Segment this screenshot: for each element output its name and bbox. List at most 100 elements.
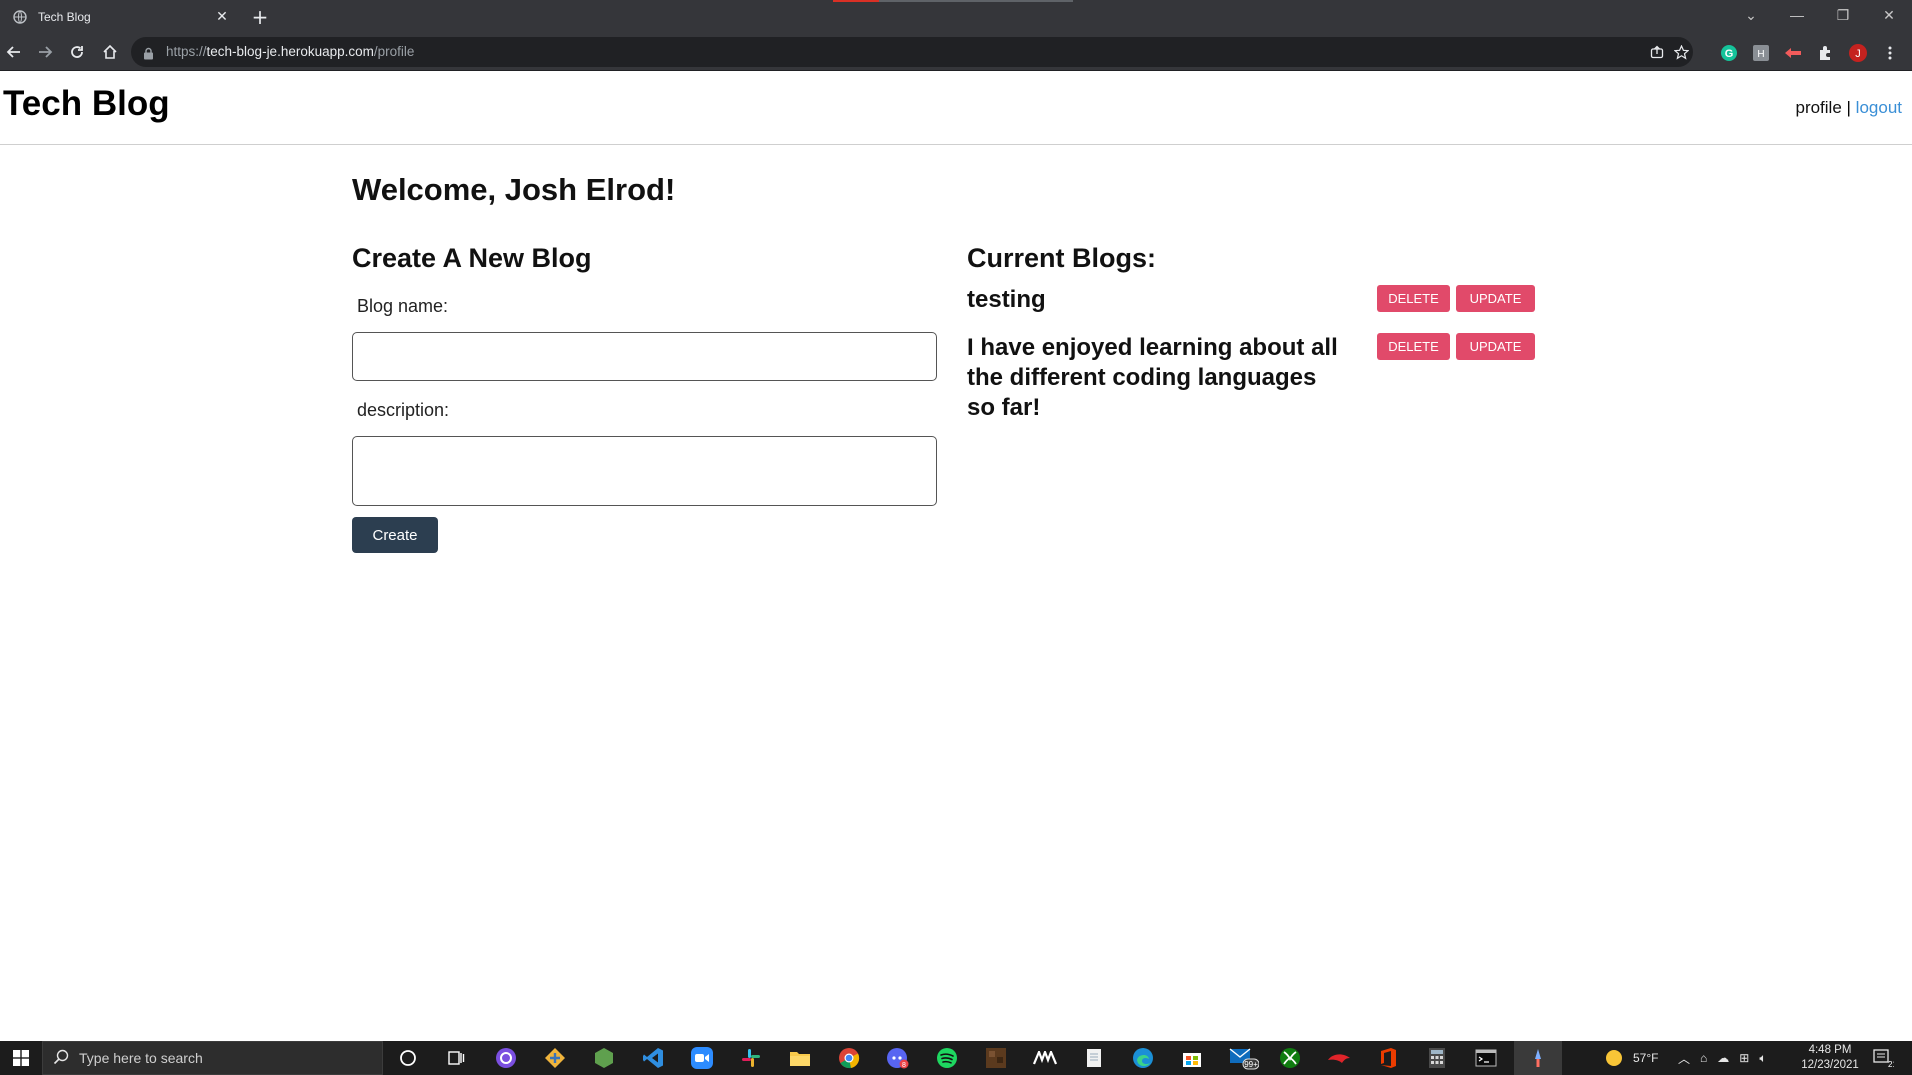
- discord-badge: 8: [902, 1062, 906, 1069]
- close-tab-icon[interactable]: ✕: [211, 6, 233, 28]
- current-blogs-heading: Current Blogs:: [967, 243, 1156, 273]
- windows-start-icon[interactable]: [0, 1041, 42, 1075]
- description-label: description:: [357, 400, 450, 420]
- tray-icons: ︿ ⌂ ☁ ⊞ 🔈︎: [1678, 1041, 1767, 1075]
- clock-date: 12/23/2021: [1801, 1059, 1859, 1071]
- grammarly-icon[interactable]: G: [1720, 44, 1738, 62]
- network-icon[interactable]: ⊞: [1739, 1051, 1749, 1065]
- tab-loading-progress-fill: [833, 0, 879, 2]
- back-icon[interactable]: [2, 40, 26, 64]
- extension-red-icon[interactable]: [1784, 44, 1802, 62]
- extensions-puzzle-icon[interactable]: [1816, 44, 1834, 62]
- minimize-window-icon[interactable]: —: [1774, 0, 1820, 30]
- nav-logout-link[interactable]: logout: [1856, 98, 1902, 117]
- lock-icon[interactable]: [143, 45, 154, 64]
- mail-badge: 99+: [1244, 1060, 1258, 1069]
- zoom-icon[interactable]: [690, 1046, 714, 1070]
- nav-separator: |: [1841, 98, 1856, 117]
- minecraft-icon[interactable]: [984, 1046, 1008, 1070]
- notification-count: 21: [1888, 1060, 1894, 1068]
- url-path: /profile: [373, 44, 415, 59]
- file-explorer-icon[interactable]: [788, 1046, 812, 1070]
- update-blog-button[interactable]: UPDATE: [1456, 285, 1535, 312]
- svg-text:G: G: [1725, 48, 1734, 60]
- new-tab-icon[interactable]: +: [249, 6, 271, 28]
- weather-temp: 57°F: [1633, 1051, 1659, 1065]
- clock-time: 4:48 PM: [1808, 1044, 1852, 1056]
- page-content: Tech Blog profile | logout Welcome, Josh…: [0, 72, 1912, 1041]
- paint-icon[interactable]: [1526, 1046, 1550, 1070]
- tab-loading-progress: [833, 0, 1073, 2]
- device-icon[interactable]: ⌂: [1700, 1051, 1707, 1065]
- volume-icon[interactable]: 🔈︎: [1759, 1051, 1766, 1066]
- svg-text:H: H: [1757, 49, 1764, 60]
- browser-menu-icon[interactable]: [1881, 44, 1899, 62]
- calculator-icon[interactable]: [1425, 1046, 1449, 1070]
- update-blog-button[interactable]: UPDATE: [1456, 333, 1535, 360]
- nav-profile-link[interactable]: profile: [1795, 98, 1841, 117]
- discord-icon[interactable]: 8: [886, 1046, 910, 1070]
- close-window-icon[interactable]: ✕: [1866, 0, 1912, 30]
- xbox-icon[interactable]: [1278, 1046, 1302, 1070]
- browser-toolbar: https://tech-blog-je.herokuapp.com/profi…: [0, 33, 1912, 71]
- mail-icon[interactable]: 99+: [1229, 1046, 1259, 1070]
- blog-name-label: Blog name:: [357, 296, 449, 316]
- onedrive-cloud-icon[interactable]: ☁: [1717, 1051, 1729, 1065]
- app-purple-icon[interactable]: [494, 1046, 518, 1070]
- blog-item-title: testing: [967, 286, 1046, 313]
- profile-initial: J: [1855, 48, 1861, 60]
- terminal-icon[interactable]: [1474, 1046, 1498, 1070]
- windows-taskbar: Type here to search 8 99+ 57°F ︿ ⌂ ☁ ⊞ 🔈…: [0, 1041, 1912, 1075]
- url-text: https://tech-blog-je.herokuapp.com/profi…: [166, 44, 414, 59]
- globe-icon: [12, 9, 28, 25]
- chevron-up-icon[interactable]: ︿: [1678, 1050, 1690, 1067]
- site-nav: profile | logout: [1795, 98, 1902, 118]
- insomnia-icon[interactable]: [1033, 1046, 1057, 1070]
- delete-blog-button[interactable]: DELETE: [1377, 285, 1450, 312]
- browser-tab-strip: Tech Blog ✕ + ⌄ — ❐ ✕: [0, 0, 1912, 33]
- profile-avatar[interactable]: J: [1849, 44, 1867, 62]
- heroku-icon[interactable]: [1327, 1046, 1351, 1070]
- extension-h-icon[interactable]: H: [1752, 44, 1770, 62]
- store-icon[interactable]: [1180, 1046, 1204, 1070]
- taskbar-search-box[interactable]: Type here to search: [42, 1041, 383, 1075]
- blog-item-title: I have enjoyed learning about all the di…: [967, 334, 1338, 421]
- home-icon[interactable]: [98, 40, 122, 64]
- spotify-icon[interactable]: [935, 1046, 959, 1070]
- tab-search-icon[interactable]: ⌄: [1728, 0, 1774, 30]
- address-bar[interactable]: https://tech-blog-je.herokuapp.com/profi…: [131, 37, 1693, 67]
- taskbar-clock[interactable]: 4:48 PM 12/23/2021: [1790, 1043, 1870, 1073]
- notepad-icon[interactable]: [1082, 1046, 1106, 1070]
- reload-icon[interactable]: [65, 40, 89, 64]
- welcome-heading: Welcome, Josh Elrod!: [352, 172, 676, 207]
- create-button[interactable]: Create: [352, 517, 438, 553]
- weather-widget[interactable]: 57°F: [1605, 1041, 1658, 1075]
- url-host: tech-blog-je.herokuapp.com: [206, 44, 374, 59]
- blog-name-input[interactable]: [352, 332, 937, 381]
- sun-icon: [1606, 1050, 1622, 1066]
- notification-center-icon[interactable]: 21: [1872, 1041, 1894, 1075]
- restore-window-icon[interactable]: ❐: [1820, 0, 1866, 30]
- site-title[interactable]: Tech Blog: [3, 84, 170, 124]
- tab-title: Tech Blog: [38, 9, 91, 24]
- url-scheme: https://: [166, 44, 207, 59]
- forward-icon[interactable]: [33, 40, 57, 64]
- bookmark-star-icon[interactable]: [1673, 44, 1689, 60]
- share-icon[interactable]: [1649, 44, 1665, 60]
- chrome-icon[interactable]: [837, 1046, 861, 1070]
- browser-tab[interactable]: Tech Blog ✕: [0, 0, 239, 33]
- edge-icon[interactable]: [1131, 1046, 1155, 1070]
- cortana-icon[interactable]: [396, 1046, 420, 1070]
- slack-icon[interactable]: [739, 1046, 763, 1070]
- node-icon[interactable]: [592, 1046, 616, 1070]
- vscode-icon[interactable]: [641, 1046, 665, 1070]
- description-textarea[interactable]: [352, 436, 937, 506]
- site-header: Tech Blog profile | logout: [0, 72, 1912, 145]
- git-icon[interactable]: [543, 1046, 567, 1070]
- office-icon[interactable]: [1376, 1046, 1400, 1070]
- create-blog-heading: Create A New Blog: [352, 243, 592, 273]
- task-view-icon[interactable]: [444, 1046, 468, 1070]
- delete-blog-button[interactable]: DELETE: [1377, 333, 1450, 360]
- search-icon: [53, 1049, 69, 1068]
- taskbar-search-placeholder: Type here to search: [79, 1050, 203, 1066]
